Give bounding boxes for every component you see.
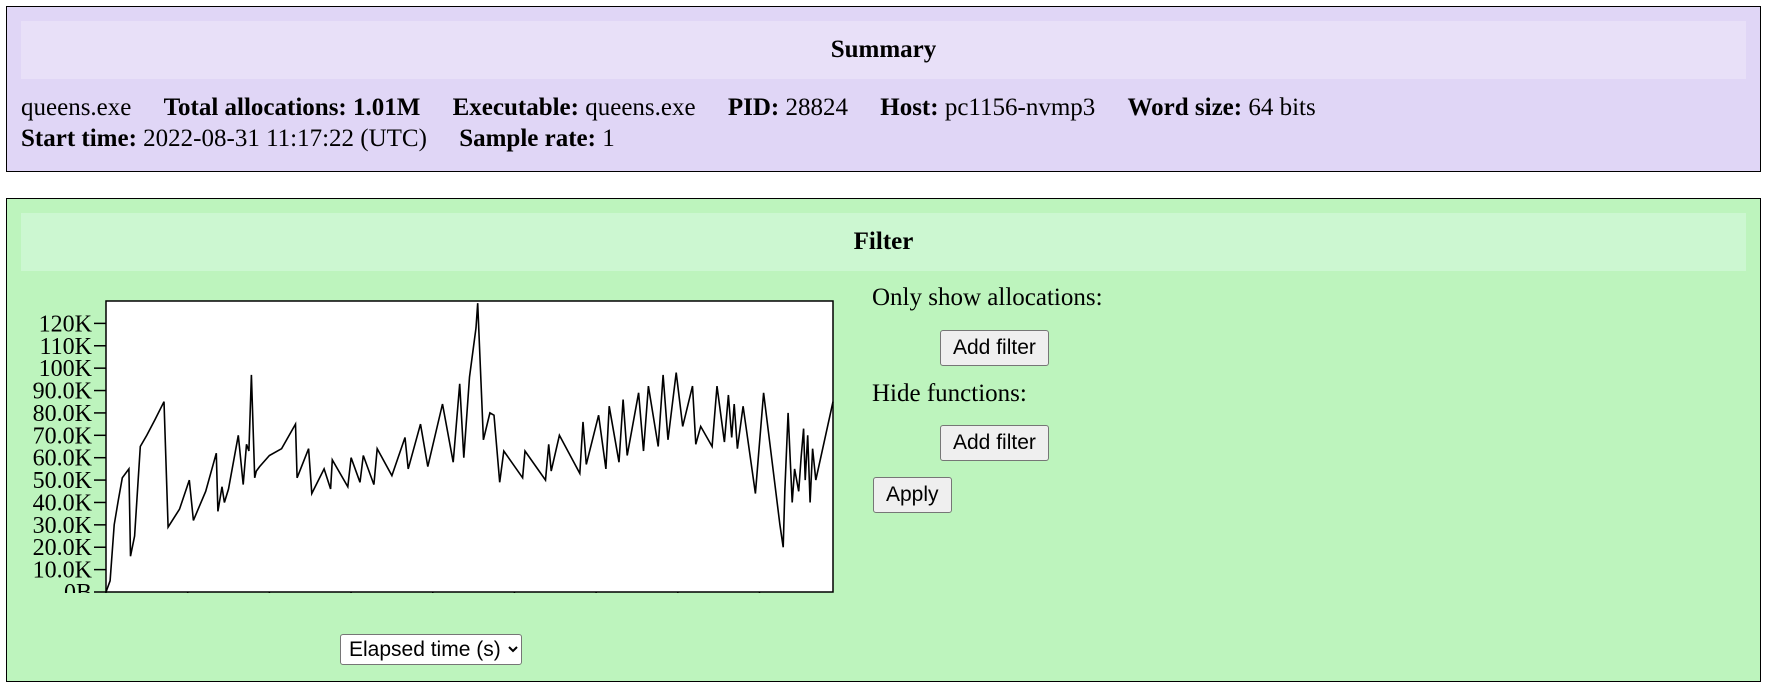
summary-panel: Summary queens.exe Total allocations: 1.…	[6, 6, 1761, 172]
executable: Executable: queens.exe	[453, 94, 696, 121]
y-tick-label: 80.0K	[33, 401, 93, 427]
hide-functions-add-filter-button[interactable]: Add filter	[940, 425, 1049, 461]
start-time-label: Start time:	[21, 125, 137, 152]
y-tick-label: 50.0K	[33, 468, 93, 494]
start-time-value: 2022-08-31 11:17:22 (UTC)	[143, 125, 427, 152]
x-axis-select-wrap: Elapsed time (s)	[340, 634, 522, 665]
host: Host: pc1156-nvmp3	[880, 94, 1095, 121]
y-tick-label: 120K	[39, 311, 93, 337]
filter-title: Filter	[21, 213, 1746, 271]
only-show-add-filter-button[interactable]: Add filter	[940, 330, 1049, 366]
sample-rate-label: Sample rate:	[459, 125, 596, 152]
memory-chart-svg: 0B10.0K20.0K30.0K40.0K50.0K60.0K70.0K80.…	[33, 300, 834, 593]
only-show-allocations-label: Only show allocations:	[872, 284, 1103, 311]
pid: PID: 28824	[728, 94, 848, 121]
host-value: pc1156-nvmp3	[944, 94, 1096, 121]
executable-label: Executable:	[452, 94, 579, 121]
pid-label: PID:	[727, 94, 780, 121]
filter-panel: Filter 0B 10.0K 20.0K 30.0K 40.0K 50.0K 60.0K 7…	[6, 198, 1761, 682]
summary-title: Summary	[21, 21, 1746, 79]
word-size-label: Word size:	[1127, 94, 1243, 121]
total-allocations: Total allocations: 1.01M	[164, 94, 421, 121]
sample-rate: Sample rate: 1	[459, 125, 615, 152]
summary-line-2: Start time: 2022-08-31 11:17:22 (UTC) Sa…	[21, 124, 641, 154]
y-tick-label: 40.0K	[33, 490, 93, 516]
start-time: Start time: 2022-08-31 11:17:22 (UTC)	[21, 125, 427, 152]
plot-area	[105, 300, 834, 593]
y-tick-label: 10.0K	[33, 558, 93, 584]
y-tick-label: 70.0K	[33, 423, 93, 449]
pid-value: 28824	[785, 94, 849, 121]
y-tick-label: 60.0K	[33, 446, 93, 472]
apply-button[interactable]: Apply	[873, 477, 952, 513]
host-label: Host:	[880, 94, 939, 121]
y-tick-label: 90.0K	[33, 379, 93, 405]
y-tick-label: 20.0K	[33, 535, 93, 561]
total-allocations-label: Total allocations:	[163, 94, 347, 121]
summary-line-1: queens.exe Total allocations: 1.01M Exec…	[21, 93, 1342, 123]
hide-functions-label: Hide functions:	[872, 380, 1027, 407]
y-tick-label: 100K	[39, 356, 93, 382]
total-allocations-value: 1.01M	[353, 94, 421, 121]
memory-chart: 0B 10.0K 20.0K 30.0K 40.0K 50.0K 60.0K 70.0K 80.…	[21, 293, 841, 593]
executable-value: queens.exe	[585, 94, 696, 121]
x-axis-select[interactable]: Elapsed time (s)	[340, 634, 522, 665]
program-name: queens.exe	[21, 94, 132, 121]
sample-rate-value: 1	[602, 125, 615, 152]
word-size-value: 64 bits	[1248, 94, 1316, 121]
y-tick-label: 30.0K	[33, 513, 93, 539]
y-tick-label: 110K	[40, 334, 93, 360]
word-size: Word size: 64 bits	[1128, 94, 1316, 121]
